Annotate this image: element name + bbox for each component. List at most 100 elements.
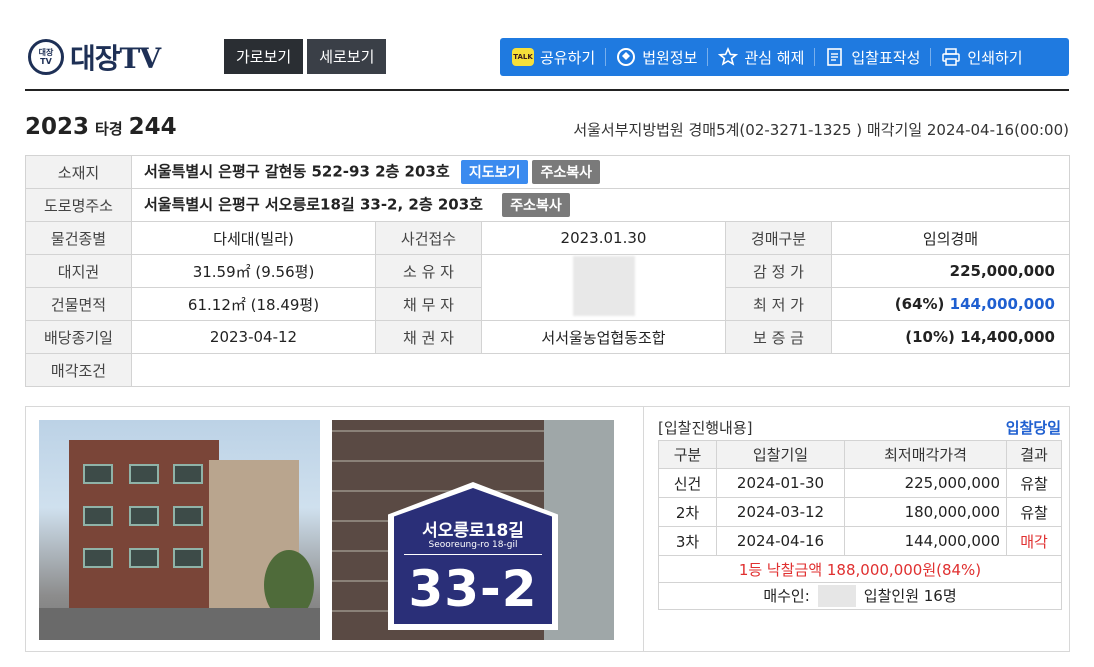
info-row: 대지권 31.59㎡ (9.56평) 소 유 자 감 정 가 225,000,0… (25, 254, 1070, 321)
sign-english: Seooreung-ro 18-gil (428, 540, 518, 550)
sale-condition-label: 매각조건 (25, 353, 132, 387)
bid-row: 신건 2024-01-30 225,000,000 유찰 (658, 468, 1062, 498)
printer-icon (941, 47, 961, 67)
bid-price: 144,000,000 (844, 526, 1007, 556)
window (129, 506, 159, 526)
case-type: 타경 (95, 120, 123, 138)
redacted-name (572, 255, 635, 316)
owner-debtor-redacted (481, 254, 726, 321)
road-address-row: 도로명주소 서울특별시 은평구 서오릉로18길 33-2, 2층 203호 주소… (25, 188, 1070, 222)
share-label: 공유하기 (540, 48, 596, 67)
case-received-label: 사건접수 (375, 221, 482, 255)
bid-round: 3차 (658, 526, 717, 556)
property-info-table: 소재지 서울특별시 은평구 갈현동 522-93 2층 203호 지도보기 주소복… (25, 155, 1070, 387)
horizontal-view-button[interactable]: 가로보기 (224, 39, 304, 74)
info-row: 배당종기일 2023-04-12 채 권 자 서서울농업협동조합 보 증 금 (… (25, 320, 1070, 354)
sign-divider (404, 554, 542, 555)
logo-badge-top: 대장 (38, 48, 54, 57)
case-serial: 244 (128, 114, 177, 140)
land-right-label: 대지권 (25, 254, 132, 288)
toolbar-divider (605, 48, 607, 66)
kakaotalk-icon: TALK (512, 48, 534, 66)
street-sign-photo[interactable]: 서오릉로18길 Seooreung-ro 18-gil 33-2 (332, 420, 614, 640)
bid-price: 225,000,000 (844, 468, 1007, 498)
road-address-label: 도로명주소 (25, 188, 132, 222)
court-icon (616, 47, 636, 67)
window (83, 548, 113, 568)
case-received-value: 2023.01.30 (481, 221, 726, 255)
bid-form-button[interactable]: 입찰표작성 (825, 38, 920, 76)
location-cell: 서울특별시 은평구 갈현동 522-93 2층 203호 지도보기 주소복사 (131, 155, 1070, 189)
court-info-button[interactable]: 법원정보 (616, 38, 697, 76)
copy-road-address-button[interactable]: 주소복사 (502, 193, 570, 217)
toolbar-divider (707, 48, 709, 66)
appraisal-value: 225,000,000 (831, 254, 1070, 288)
court-info: 서울서부지방법원 경매5계(02-3271-1325 ) 매각기일 2024-0… (573, 121, 1069, 139)
sale-condition-value (131, 353, 1070, 387)
logo-badge-icon: 대장 TV (28, 39, 64, 75)
property-type-value: 다세대(빌라) (131, 221, 376, 255)
bid-date: 2024-03-12 (716, 497, 845, 527)
building-facade (69, 440, 219, 630)
case-number: 2023 타경 244 (25, 114, 177, 140)
deposit-label: 보 증 금 (725, 320, 832, 354)
bid-header-row: 구분 입찰기일 최저매각가격 결과 (658, 440, 1062, 469)
info-row: 물건종별 다세대(빌라) 사건접수 2023.01.30 경매구분 임의경매 (25, 221, 1070, 255)
toolbar-divider (814, 48, 816, 66)
window (83, 464, 113, 484)
vertical-view-button[interactable]: 세로보기 (307, 39, 387, 74)
toolbar-divider (930, 48, 932, 66)
logo-badge-bottom: TV (40, 57, 52, 66)
min-price-percent: (64%) (894, 295, 945, 313)
bidder-count: 입찰인원 16명 (863, 586, 957, 605)
map-view-button[interactable]: 지도보기 (460, 160, 529, 184)
case-year: 2023 (25, 114, 90, 140)
sign-number: 33-2 (408, 560, 538, 618)
bid-date: 2024-01-30 (716, 468, 845, 498)
winning-bid-amount: 1등 낙찰금액 188,000,000원(84%) (658, 555, 1062, 583)
sign-korean: 서오릉로18길 (422, 521, 524, 541)
bid-row: 3차 2024-04-16 144,000,000 매각 (658, 526, 1062, 556)
road-address-cell: 서울특별시 은평구 서오릉로18길 33-2, 2층 203호 주소복사 (131, 188, 1070, 222)
owner-label: 소 유 자 (375, 254, 482, 288)
share-button[interactable]: TALK 공유하기 (512, 38, 595, 76)
copy-address-button[interactable]: 주소복사 (532, 160, 600, 184)
appraisal-label: 감 정 가 (725, 254, 832, 288)
detail-section: 서오릉로18길 Seooreung-ro 18-gil 33-2 [입찰진행내용… (25, 406, 1070, 652)
min-price-label: 최 저 가 (725, 287, 832, 321)
bid-price: 180,000,000 (844, 497, 1007, 527)
bid-result-sold: 매각 (1006, 526, 1062, 556)
print-button[interactable]: 인쇄하기 (941, 38, 1023, 76)
winning-bid-row: 1등 낙찰금액 188,000,000원(84%) (658, 555, 1062, 583)
bid-today-link[interactable]: 입찰당일 (1006, 417, 1061, 438)
building-photo[interactable] (39, 420, 320, 640)
unfavorite-label: 관심 해제 (744, 48, 805, 67)
col-result: 결과 (1006, 440, 1062, 469)
building-area-label: 건물면적 (25, 287, 132, 321)
window (129, 464, 159, 484)
dividend-deadline-value: 2023-04-12 (131, 320, 376, 354)
creditor-label: 채 권 자 (375, 320, 482, 354)
building-area-value: 61.12㎡ (18.49평) (131, 287, 376, 321)
unfavorite-button[interactable]: 관심 해제 (718, 38, 804, 76)
debtor-label: 채 무 자 (375, 287, 482, 321)
window (173, 506, 203, 526)
view-toggle: 가로보기 세로보기 (224, 39, 387, 74)
street-sign-plate: 서오릉로18길 Seooreung-ro 18-gil 33-2 (394, 488, 552, 624)
col-date: 입찰기일 (716, 440, 845, 469)
col-round: 구분 (658, 440, 717, 469)
bid-history-table: 구분 입찰기일 최저매각가격 결과 신건 2024-01-30 225,000,… (658, 440, 1062, 610)
bid-result: 유찰 (1006, 468, 1062, 498)
auction-type-label: 경매구분 (725, 221, 832, 255)
window (129, 548, 159, 568)
buyer-row: 매수인: 입찰인원 16명 (658, 582, 1062, 610)
logo[interactable]: 대장 TV 대장TV (28, 38, 161, 76)
street (39, 608, 320, 640)
property-type-label: 물건종별 (25, 221, 132, 255)
auction-type-value: 임의경매 (831, 221, 1070, 255)
col-price: 최저매각가격 (844, 440, 1007, 469)
sale-condition-row: 매각조건 (25, 353, 1070, 387)
deposit-value: (10%) 14,400,000 (831, 320, 1070, 354)
window (173, 548, 203, 568)
road-address-value: 서울특별시 은평구 서오릉로18길 33-2, 2층 203호 (144, 195, 483, 214)
